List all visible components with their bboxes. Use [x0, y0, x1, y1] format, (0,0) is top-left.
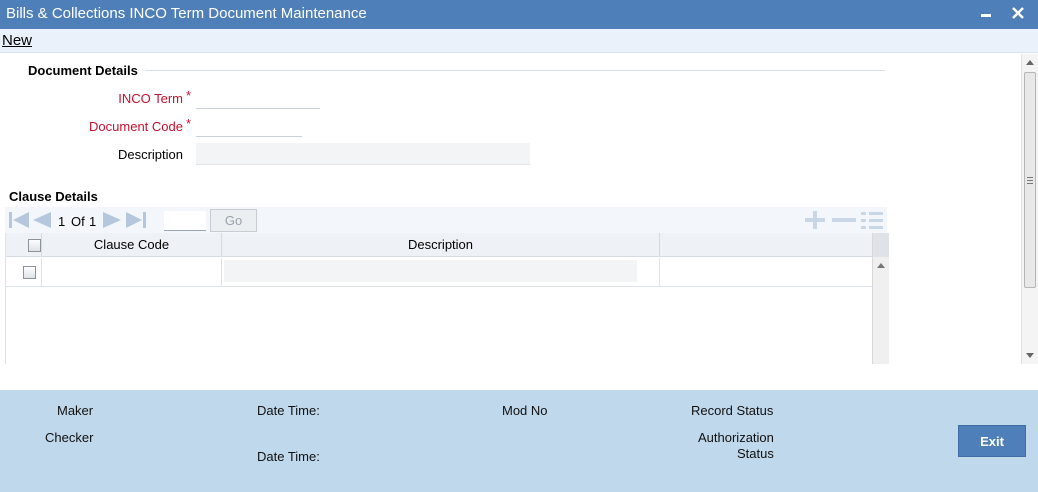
row-select-checkbox[interactable]: [23, 266, 36, 279]
clause-code-cell[interactable]: [42, 258, 222, 287]
exit-button[interactable]: Exit: [958, 425, 1026, 457]
section-divider: [145, 70, 885, 71]
record-status-label: Record Status: [691, 403, 774, 418]
page-of-label: Of: [71, 214, 85, 229]
required-marker: *: [186, 116, 192, 131]
first-page-icon[interactable]: [8, 211, 30, 229]
page-scrollbar[interactable]: [1021, 54, 1038, 364]
row-spacer-cell: [660, 258, 872, 287]
new-menu-link[interactable]: New: [2, 32, 32, 49]
add-row-icon[interactable]: [804, 211, 826, 229]
maker-date-time-label: Date Time:: [257, 403, 320, 418]
clause-grid: Clause Code Description: [5, 233, 889, 364]
grid-scrollbar-header: [873, 233, 889, 257]
column-header-spacer: [660, 233, 872, 257]
delete-row-icon[interactable]: [831, 211, 857, 229]
select-all-checkbox[interactable]: [28, 239, 41, 252]
page-number-input[interactable]: [164, 211, 206, 231]
next-page-icon[interactable]: [102, 211, 122, 229]
document-code-input[interactable]: [196, 117, 302, 137]
last-page-icon[interactable]: [125, 211, 147, 229]
audit-footer: Maker Checker Date Time: Date Time: Mod …: [0, 390, 1038, 492]
authorization-status-label: Status: [737, 446, 774, 461]
grid-scrollbar[interactable]: [872, 233, 889, 364]
required-marker: *: [186, 88, 192, 103]
inco-term-input[interactable]: [196, 89, 320, 109]
current-page: 1: [58, 214, 66, 229]
maker-label: Maker: [57, 403, 94, 418]
scrollbar-thumb[interactable]: [1024, 72, 1036, 288]
window-titlebar: Bills & Collections INCO Term Document M…: [0, 0, 1038, 29]
checker-label: Checker: [45, 430, 94, 445]
authorization-label: Authorization: [698, 430, 774, 445]
total-pages: 1: [89, 214, 97, 229]
close-icon[interactable]: [1008, 3, 1028, 23]
column-header-description[interactable]: Description: [222, 233, 660, 257]
mod-no-label: Mod No: [502, 403, 548, 418]
previous-page-icon[interactable]: [32, 211, 52, 229]
document-details-title: Document Details: [28, 63, 138, 78]
inco-term-label: INCO Term: [118, 91, 183, 106]
table-row[interactable]: [6, 258, 872, 287]
clause-details-title: Clause Details: [9, 189, 98, 204]
minimize-icon[interactable]: [976, 3, 996, 23]
single-view-icon[interactable]: [860, 211, 884, 229]
clause-pager: 1 Of 1 Go: [5, 207, 887, 233]
description-cell[interactable]: [222, 258, 660, 287]
row-select-cell: [6, 258, 42, 287]
column-header-clause-code[interactable]: Clause Code: [42, 233, 222, 257]
grid-header: Clause Code Description: [6, 233, 872, 257]
scroll-up-icon[interactable]: [1026, 60, 1034, 65]
menu-bar: New: [0, 29, 1038, 53]
document-code-label: Document Code: [89, 119, 183, 134]
description-field[interactable]: [196, 143, 530, 165]
window-title: Bills & Collections INCO Term Document M…: [6, 5, 367, 22]
grid-scroll-up-icon[interactable]: [877, 263, 885, 268]
go-button[interactable]: Go: [210, 209, 257, 232]
description-label: Description: [117, 147, 183, 162]
checker-date-time-label: Date Time:: [257, 449, 320, 464]
row-description-field[interactable]: [224, 260, 637, 282]
header-select-cell: [6, 233, 42, 257]
scroll-down-icon[interactable]: [1026, 353, 1034, 358]
